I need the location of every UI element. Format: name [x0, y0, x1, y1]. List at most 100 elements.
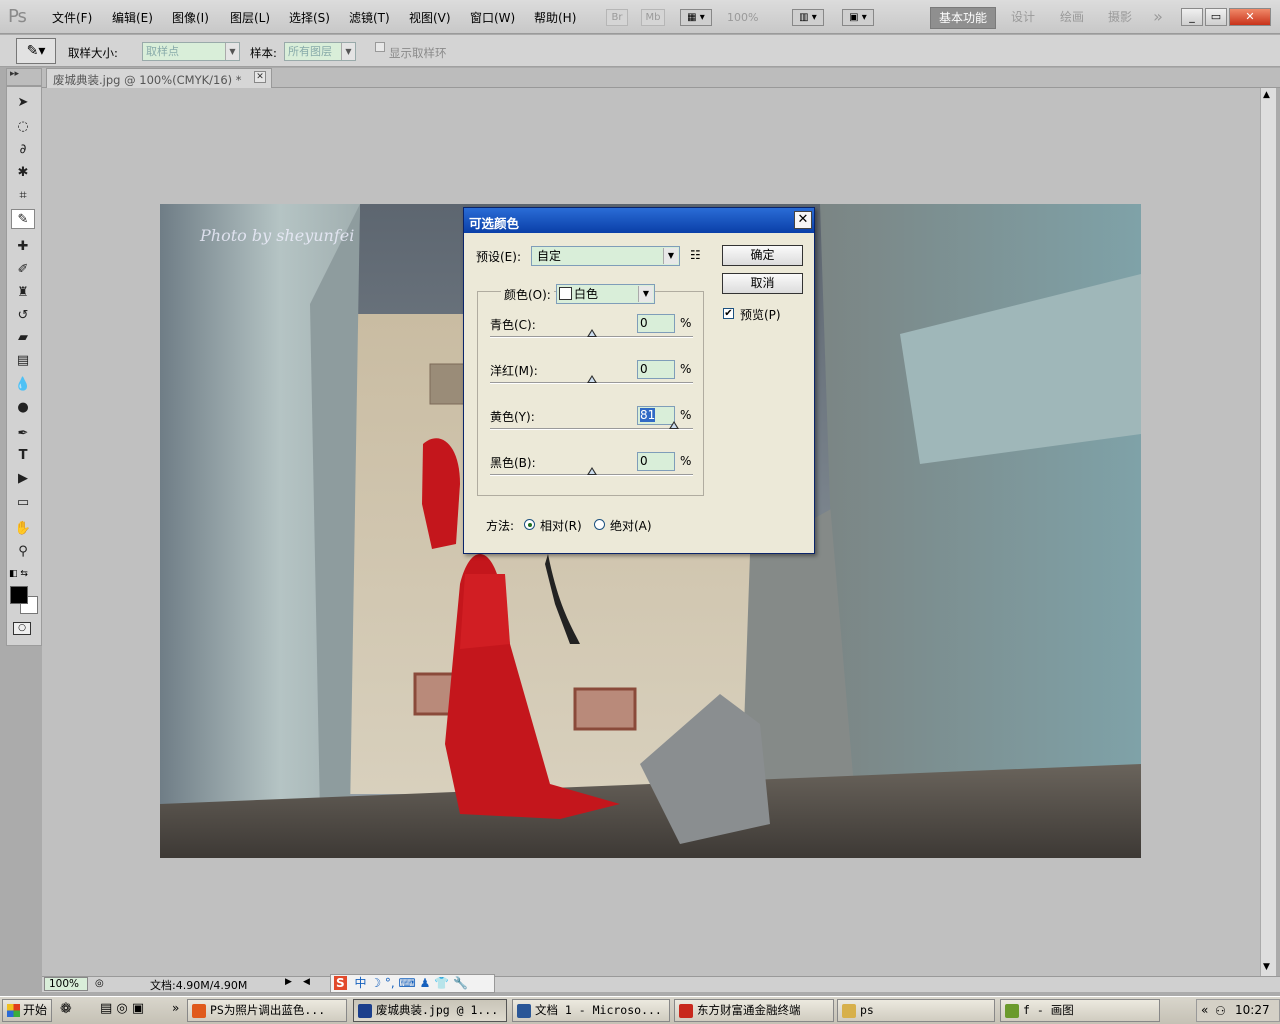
menu-view[interactable]: 视图(V): [409, 9, 451, 26]
vertical-scrollbar[interactable]: ▲ ▼: [1260, 88, 1276, 976]
status-menu-arrow-icon[interactable]: ▶: [285, 977, 292, 987]
tray-expand-icon[interactable]: «: [1201, 1000, 1208, 1021]
menu-window[interactable]: 窗口(W): [470, 9, 515, 26]
scroll-left-icon[interactable]: ◀: [303, 977, 310, 987]
taskbar-item[interactable]: f - 画图: [1000, 999, 1160, 1022]
ps-logo: Ps: [8, 6, 27, 27]
app-icon: [517, 1004, 531, 1018]
slider-thumb[interactable]: [587, 329, 597, 337]
eraser-tool-icon[interactable]: ▰: [11, 328, 35, 348]
menu-select[interactable]: 选择(S): [289, 9, 330, 26]
ime-zh-toggle[interactable]: 中: [354, 976, 366, 990]
clone-stamp-icon[interactable]: ♜: [11, 283, 35, 303]
workspace-basic[interactable]: 基本功能: [930, 7, 996, 29]
arrange-documents-icon[interactable]: ▥ ▾: [792, 9, 824, 26]
preview-checkbox[interactable]: ✔: [723, 308, 734, 319]
status-zoom-input[interactable]: 100%: [44, 977, 88, 991]
percent-sign: %: [680, 454, 692, 468]
ok-button[interactable]: 确定: [722, 245, 803, 266]
document-tab[interactable]: 废城典装.jpg @ 100%(CMYK/16) *: [46, 68, 272, 88]
tab-close-icon[interactable]: ✕: [254, 71, 266, 83]
hand-tool-icon[interactable]: ✋: [11, 519, 35, 539]
taskbar-item[interactable]: ps: [837, 999, 995, 1022]
preset-options-icon[interactable]: ☷: [690, 248, 701, 262]
taskbar-item[interactable]: PS为照片调出蓝色...: [187, 999, 347, 1022]
menu-filter[interactable]: 滤镜(T): [349, 9, 390, 26]
preview-label: 预览(P): [740, 308, 781, 322]
marquee-tool-icon[interactable]: ◌: [11, 117, 35, 137]
taskbar-item[interactable]: 东方财富通金融终端: [674, 999, 834, 1022]
toolbox-header[interactable]: ▸▸: [6, 68, 42, 86]
minimize-button[interactable]: _: [1181, 8, 1203, 26]
workspace-paint[interactable]: 绘画: [1052, 7, 1092, 29]
ime-s-icon[interactable]: S: [334, 976, 347, 990]
tray-network-icon[interactable]: ⚇: [1215, 1001, 1226, 1022]
move-tool-icon[interactable]: ➤: [11, 93, 35, 113]
slider-thumb[interactable]: [587, 467, 597, 475]
quick-select-tool-icon[interactable]: ✱: [11, 163, 35, 183]
sampling-ring-label: 显示取样环: [389, 46, 447, 60]
scroll-up-icon[interactable]: ▲: [1263, 90, 1270, 100]
path-select-icon[interactable]: ▶: [11, 469, 35, 489]
crop-tool-icon[interactable]: ⌗: [11, 186, 35, 206]
zoom-level[interactable]: 100%: [727, 11, 758, 24]
mini-bridge-button[interactable]: Mb: [641, 9, 665, 26]
menu-file[interactable]: 文件(F): [52, 9, 92, 26]
eyedropper-tool-icon[interactable]: ✎: [11, 209, 35, 229]
status-info-icon[interactable]: ◎: [95, 978, 104, 989]
screen-mode-icon[interactable]: ▣ ▾: [842, 9, 874, 26]
colors-select[interactable]: 白色 ▼: [556, 284, 655, 304]
shape-tool-icon[interactable]: ▭: [11, 493, 35, 513]
slider-track[interactable]: [490, 428, 693, 430]
menu-help[interactable]: 帮助(H): [534, 9, 576, 26]
workspace-photo[interactable]: 摄影: [1100, 7, 1140, 29]
relative-radio[interactable]: [524, 519, 535, 530]
gradient-tool-icon[interactable]: ▤: [11, 351, 35, 371]
default-colors-icon[interactable]: ◧ ⇆: [9, 569, 28, 579]
sample-size-select[interactable]: 取样点 ▼: [142, 42, 240, 61]
quick-launch-more-icon[interactable]: »: [172, 1001, 179, 1015]
menu-edit[interactable]: 编辑(E): [112, 9, 153, 26]
slider-value-input[interactable]: 0: [637, 452, 675, 471]
workspace-more[interactable]: »: [1148, 7, 1168, 29]
zoom-tool-icon[interactable]: ⚲: [11, 542, 35, 562]
slider-value: 0: [640, 362, 648, 376]
quick-launch-icon[interactable]: ❁: [60, 1001, 72, 1017]
view-extras-icon[interactable]: ▦ ▾: [680, 9, 712, 26]
slider-value-input[interactable]: 0: [637, 314, 675, 333]
slider-thumb[interactable]: [668, 421, 679, 429]
quick-launch-docs-icon[interactable]: ▤ ◎ ▣: [100, 1001, 144, 1016]
cancel-button[interactable]: 取消: [722, 273, 803, 294]
menu-layer[interactable]: 图层(L): [230, 9, 270, 26]
workspace-design[interactable]: 设计: [1003, 7, 1043, 29]
quick-mask-icon[interactable]: ○: [13, 622, 31, 635]
menu-image[interactable]: 图像(I): [172, 9, 209, 26]
sampling-ring-checkbox[interactable]: [375, 42, 385, 52]
slider-value-input[interactable]: 0: [637, 360, 675, 379]
brush-tool-icon[interactable]: ✐: [11, 260, 35, 280]
ime-moon-icon[interactable]: ☽ °, ⌨ ♟ 👕 🔧: [370, 976, 468, 990]
foreground-color-swatch[interactable]: [10, 586, 28, 604]
lasso-tool-icon[interactable]: ∂: [11, 140, 35, 160]
type-tool-icon[interactable]: T: [11, 446, 35, 466]
preset-select[interactable]: 自定 ▼: [531, 246, 680, 266]
bridge-button[interactable]: Br: [606, 9, 628, 26]
blur-tool-icon[interactable]: 💧: [11, 375, 35, 395]
slider-thumb[interactable]: [587, 375, 597, 383]
dodge-tool-icon[interactable]: ●: [11, 398, 35, 418]
colors-label: 颜色(O):: [501, 286, 554, 303]
scroll-down-icon[interactable]: ▼: [1263, 962, 1270, 972]
taskbar-item[interactable]: 废城典装.jpg @ 1...: [353, 999, 507, 1022]
close-button[interactable]: ✕: [1229, 8, 1271, 26]
sample-select[interactable]: 所有图层 ▼: [284, 42, 356, 61]
taskbar-item[interactable]: 文档 1 - Microso...: [512, 999, 670, 1022]
ime-toolbar[interactable]: S 中 ☽ °, ⌨ ♟ 👕 🔧: [330, 974, 495, 993]
dialog-close-icon[interactable]: ✕: [794, 211, 812, 229]
start-button[interactable]: 开始: [2, 999, 52, 1022]
pen-tool-icon[interactable]: ✒: [11, 424, 35, 444]
absolute-radio[interactable]: [594, 519, 605, 530]
restore-button[interactable]: ▭: [1205, 8, 1227, 26]
healing-brush-icon[interactable]: ✚: [11, 237, 35, 257]
history-brush-icon[interactable]: ↺: [11, 306, 35, 326]
eyedropper-tool-preset-icon[interactable]: ✎▾: [16, 38, 56, 64]
